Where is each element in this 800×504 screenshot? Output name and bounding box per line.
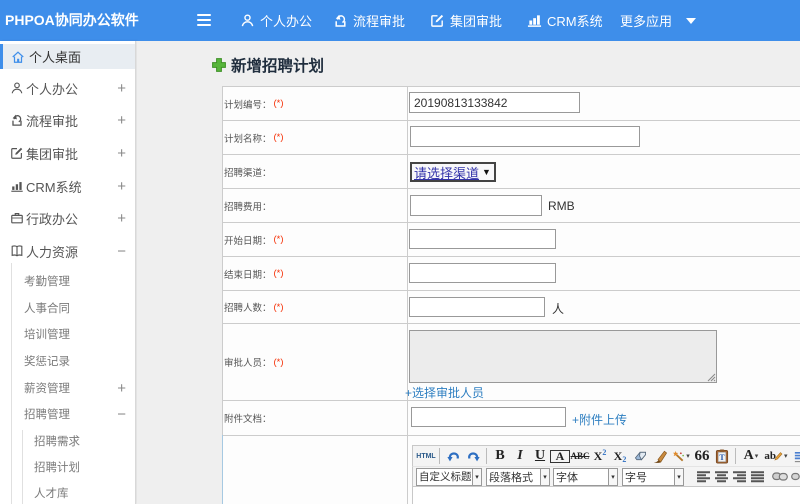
svg-text:T: T <box>719 453 725 462</box>
